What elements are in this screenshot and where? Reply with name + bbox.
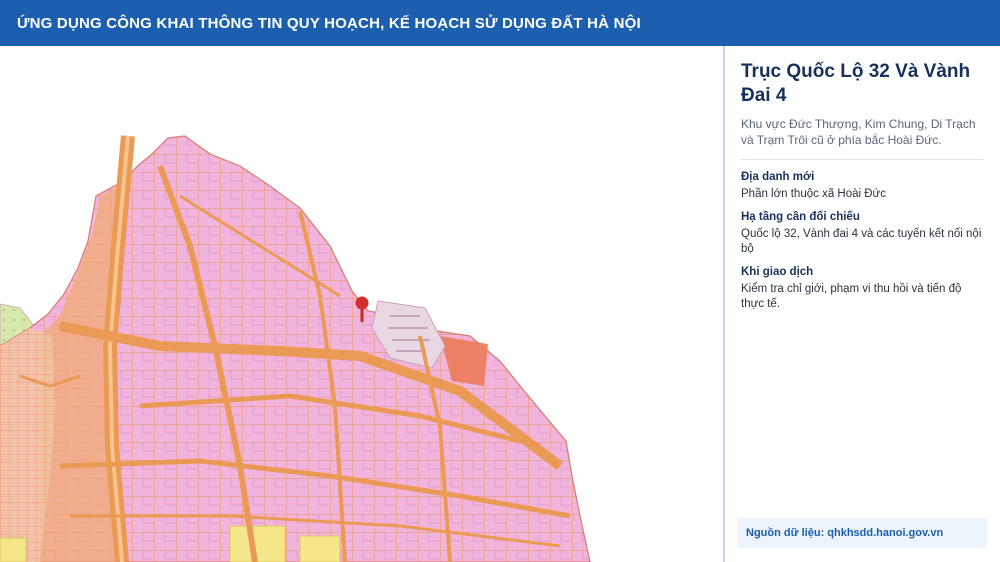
info-section-new-place: Địa danh mới Phần lớn thuộc xã Hoài Đức <box>741 170 984 202</box>
info-label: Địa danh mới <box>741 171 815 183</box>
info-value: Phần lớn thuộc xã Hoài Đức <box>741 188 887 200</box>
panel-separator <box>741 159 984 160</box>
map-canvas[interactable] <box>0 46 724 562</box>
place-subtitle: Khu vực Đức Thượng, Kim Chung, Di Trạch … <box>741 117 976 147</box>
info-value: Kiểm tra chỉ giới, phạm vi thu hồi và ti… <box>741 283 962 310</box>
info-label: Khi giao dịch <box>741 266 814 278</box>
data-source: Nguồn dữ liệu: qhkhsdd.hanoi.gov.vn <box>737 518 987 548</box>
app-title: ỨNG DỤNG CÔNG KHAI THÔNG TIN QUY HOẠCH, … <box>17 14 641 32</box>
info-value: Quốc lộ 32, Vành đai 4 và các tuyến kết … <box>741 228 982 255</box>
place-title: Trục Quốc Lộ 32 Và Vành Đai 4 <box>741 61 971 106</box>
planning-map[interactable] <box>0 46 724 562</box>
info-panel: Trục Quốc Lộ 32 Và Vành Đai 4 Khu vực Đứ… <box>725 46 1000 562</box>
info-section-transaction: Khi giao dịch Kiểm tra chỉ giới, phạm vi… <box>741 265 984 312</box>
app-header: ỨNG DỤNG CÔNG KHAI THÔNG TIN QUY HOẠCH, … <box>0 0 1000 46</box>
info-label: Hạ tầng cần đối chiếu <box>741 211 860 223</box>
info-section-infrastructure: Hạ tầng cần đối chiếu Quốc lộ 32, Vành đ… <box>741 210 984 257</box>
